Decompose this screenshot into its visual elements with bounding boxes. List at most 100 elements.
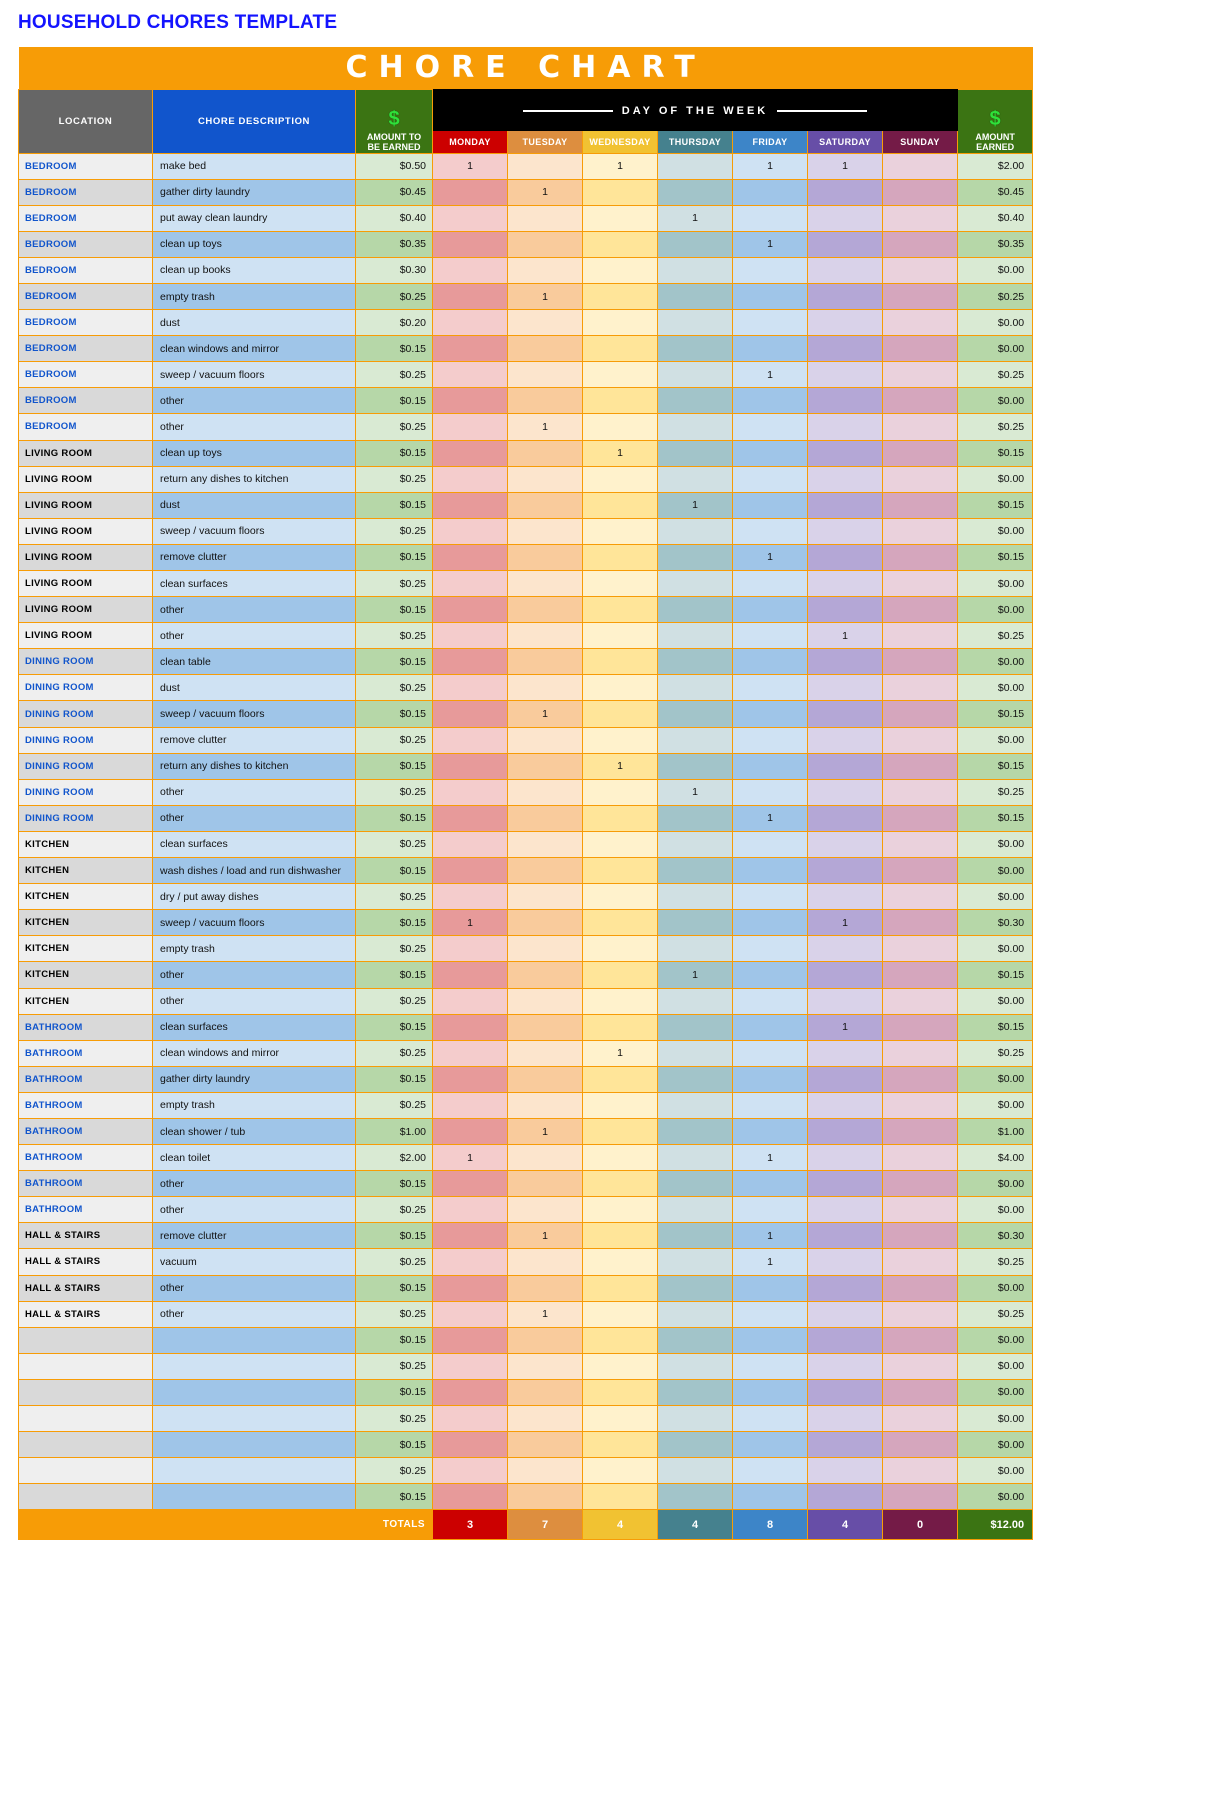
cell-day-wednesday[interactable] bbox=[582, 1378, 658, 1407]
cell-day-tuesday[interactable] bbox=[507, 857, 583, 885]
cell-day-wednesday[interactable] bbox=[582, 1274, 658, 1302]
cell-day-wednesday[interactable] bbox=[582, 230, 658, 258]
cell-day-sunday[interactable] bbox=[882, 230, 958, 258]
cell-day-thursday[interactable] bbox=[657, 726, 733, 754]
cell-amount-to-be-earned[interactable]: $0.25 bbox=[355, 1404, 433, 1433]
cell-day-saturday[interactable] bbox=[807, 726, 883, 754]
cell-day-friday[interactable] bbox=[732, 883, 808, 911]
cell-day-saturday[interactable] bbox=[807, 204, 883, 232]
cell-day-thursday[interactable] bbox=[657, 1196, 733, 1224]
cell-day-wednesday[interactable] bbox=[582, 1483, 658, 1511]
cell-location[interactable]: KITCHEN bbox=[18, 935, 153, 963]
cell-day-thursday[interactable] bbox=[657, 883, 733, 911]
cell-amount-to-be-earned[interactable]: $0.15 bbox=[355, 804, 433, 832]
cell-day-wednesday[interactable] bbox=[582, 1222, 658, 1250]
cell-day-sunday[interactable] bbox=[882, 1248, 958, 1276]
cell-day-monday[interactable] bbox=[432, 1483, 508, 1511]
cell-chore-description[interactable]: sweep / vacuum floors bbox=[152, 909, 356, 937]
cell-chore-description[interactable]: other bbox=[152, 596, 356, 624]
cell-day-saturday[interactable] bbox=[807, 413, 883, 441]
cell-location[interactable] bbox=[18, 1404, 153, 1433]
cell-day-monday[interactable] bbox=[432, 543, 508, 572]
cell-day-saturday[interactable] bbox=[807, 1378, 883, 1407]
cell-amount-to-be-earned[interactable]: $0.25 bbox=[355, 935, 433, 963]
cell-day-tuesday[interactable] bbox=[507, 1352, 583, 1380]
cell-location[interactable]: HALL & STAIRS bbox=[18, 1274, 153, 1302]
cell-day-tuesday[interactable] bbox=[507, 256, 583, 284]
cell-day-monday[interactable] bbox=[432, 883, 508, 911]
cell-day-friday[interactable] bbox=[732, 1117, 808, 1146]
cell-day-wednesday[interactable] bbox=[582, 1326, 658, 1354]
cell-amount-to-be-earned[interactable]: $0.25 bbox=[355, 1457, 433, 1485]
cell-day-friday[interactable] bbox=[732, 387, 808, 415]
cell-day-tuesday[interactable] bbox=[507, 1248, 583, 1276]
cell-day-sunday[interactable] bbox=[882, 1222, 958, 1250]
cell-location[interactable]: BATHROOM bbox=[18, 1144, 153, 1172]
cell-chore-description[interactable] bbox=[152, 1326, 356, 1354]
cell-chore-description[interactable]: other bbox=[152, 1196, 356, 1224]
cell-chore-description[interactable]: sweep / vacuum floors bbox=[152, 700, 356, 728]
cell-day-thursday[interactable] bbox=[657, 517, 733, 545]
cell-day-thursday[interactable]: 1 bbox=[657, 491, 733, 519]
cell-day-thursday[interactable] bbox=[657, 439, 733, 467]
cell-location[interactable]: LIVING ROOM bbox=[18, 622, 153, 650]
cell-day-wednesday[interactable] bbox=[582, 178, 658, 206]
cell-day-saturday[interactable]: 1 bbox=[807, 909, 883, 937]
cell-day-monday[interactable] bbox=[432, 1248, 508, 1276]
cell-chore-description[interactable]: gather dirty laundry bbox=[152, 1065, 356, 1093]
cell-day-saturday[interactable] bbox=[807, 1196, 883, 1224]
cell-day-thursday[interactable] bbox=[657, 1326, 733, 1354]
cell-day-tuesday[interactable] bbox=[507, 648, 583, 676]
cell-day-tuesday[interactable] bbox=[507, 1065, 583, 1093]
cell-location[interactable]: BATHROOM bbox=[18, 1065, 153, 1093]
cell-location[interactable]: LIVING ROOM bbox=[18, 569, 153, 598]
cell-day-friday[interactable] bbox=[732, 726, 808, 754]
cell-day-wednesday[interactable] bbox=[582, 778, 658, 806]
cell-day-tuesday[interactable] bbox=[507, 230, 583, 258]
cell-day-monday[interactable] bbox=[432, 700, 508, 728]
cell-chore-description[interactable]: other bbox=[152, 1274, 356, 1302]
cell-day-monday[interactable] bbox=[432, 1352, 508, 1380]
cell-amount-to-be-earned[interactable]: $0.15 bbox=[355, 648, 433, 676]
cell-day-monday[interactable] bbox=[432, 387, 508, 415]
cell-day-wednesday[interactable] bbox=[582, 596, 658, 624]
cell-amount-to-be-earned[interactable]: $0.20 bbox=[355, 309, 433, 337]
cell-day-thursday[interactable] bbox=[657, 700, 733, 728]
cell-day-friday[interactable] bbox=[732, 491, 808, 519]
cell-day-saturday[interactable] bbox=[807, 596, 883, 624]
cell-day-saturday[interactable] bbox=[807, 1431, 883, 1459]
cell-day-thursday[interactable] bbox=[657, 1431, 733, 1459]
cell-day-wednesday[interactable] bbox=[582, 517, 658, 545]
cell-day-thursday[interactable]: 1 bbox=[657, 961, 733, 989]
cell-location[interactable]: LIVING ROOM bbox=[18, 517, 153, 545]
cell-day-sunday[interactable] bbox=[882, 1326, 958, 1354]
cell-day-tuesday[interactable]: 1 bbox=[507, 413, 583, 441]
cell-day-monday[interactable] bbox=[432, 987, 508, 1015]
cell-day-tuesday[interactable] bbox=[507, 830, 583, 859]
cell-day-thursday[interactable] bbox=[657, 752, 733, 780]
cell-chore-description[interactable]: make bed bbox=[152, 152, 356, 180]
cell-day-friday[interactable] bbox=[732, 752, 808, 780]
cell-amount-to-be-earned[interactable]: $0.15 bbox=[355, 543, 433, 572]
cell-amount-to-be-earned[interactable]: $0.15 bbox=[355, 439, 433, 467]
cell-day-monday[interactable] bbox=[432, 1117, 508, 1146]
cell-day-thursday[interactable] bbox=[657, 1404, 733, 1433]
cell-day-wednesday[interactable] bbox=[582, 1300, 658, 1328]
cell-location[interactable]: DINING ROOM bbox=[18, 674, 153, 702]
cell-day-thursday[interactable] bbox=[657, 857, 733, 885]
cell-day-sunday[interactable] bbox=[882, 1144, 958, 1172]
cell-day-sunday[interactable] bbox=[882, 465, 958, 493]
cell-chore-description[interactable]: other bbox=[152, 961, 356, 989]
cell-day-tuesday[interactable] bbox=[507, 909, 583, 937]
cell-day-tuesday[interactable]: 1 bbox=[507, 1222, 583, 1250]
cell-day-tuesday[interactable] bbox=[507, 387, 583, 415]
cell-day-tuesday[interactable]: 1 bbox=[507, 178, 583, 206]
cell-day-thursday[interactable] bbox=[657, 648, 733, 676]
cell-day-friday[interactable]: 1 bbox=[732, 230, 808, 258]
cell-chore-description[interactable]: clean surfaces bbox=[152, 1013, 356, 1041]
cell-location[interactable]: KITCHEN bbox=[18, 961, 153, 989]
cell-day-monday[interactable] bbox=[432, 1222, 508, 1250]
cell-day-friday[interactable] bbox=[732, 1404, 808, 1433]
cell-day-thursday[interactable] bbox=[657, 465, 733, 493]
cell-day-friday[interactable] bbox=[732, 1300, 808, 1328]
